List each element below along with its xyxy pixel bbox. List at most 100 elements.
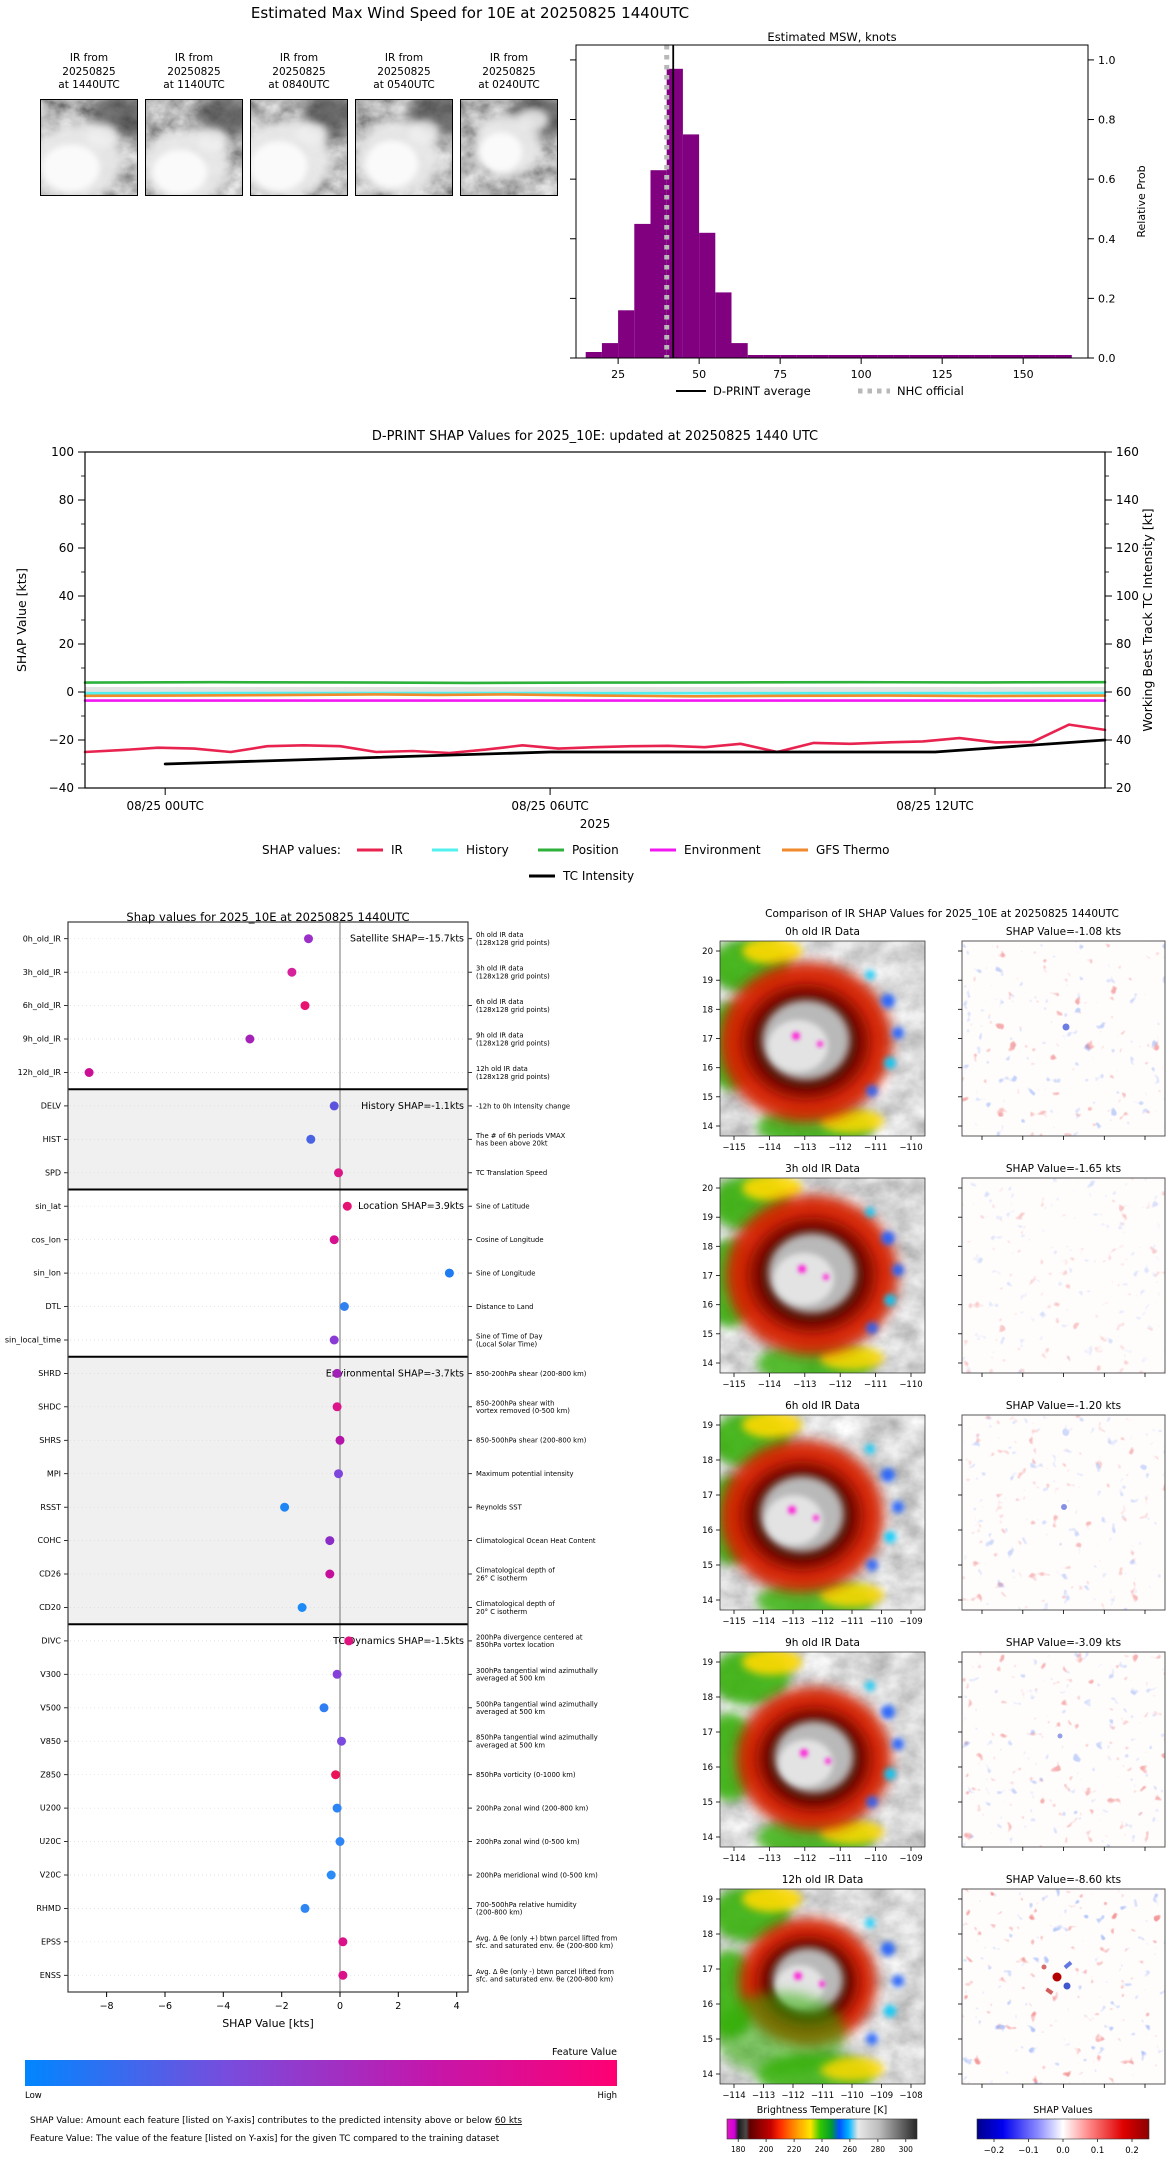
- svg-text:120: 120: [1116, 541, 1139, 555]
- feature-label: U200: [40, 1804, 61, 1813]
- svg-text:−114: −114: [722, 2091, 745, 2101]
- feature-description: (200-800 km): [476, 1909, 523, 1917]
- svg-text:14: 14: [702, 1359, 713, 1369]
- ir-thumbnail: IR from 20250825 at 0840UTC: [250, 52, 348, 196]
- svg-text:−111: −111: [840, 1617, 863, 1627]
- feature-description: averaged at 500 km: [476, 1742, 545, 1750]
- shap-dot: [84, 1068, 94, 1077]
- feature-description: Distance to Land: [476, 1303, 533, 1311]
- shap-dot: [334, 1168, 343, 1178]
- svg-text:−2: −2: [275, 2001, 289, 2012]
- svg-text:−110: −110: [899, 1143, 922, 1153]
- timeseries-ylabel-right: Working Best Track TC Intensity [kt]: [1140, 508, 1155, 731]
- dotplot-xlabel: SHAP Value [kts]: [222, 2017, 314, 2030]
- svg-text:−40: −40: [49, 781, 74, 795]
- svg-text:17: 17: [702, 1728, 713, 1738]
- ir-map: [720, 941, 925, 1136]
- feature-description: 20° C isotherm: [476, 1608, 528, 1616]
- feature-description: 0h old IR data: [476, 931, 524, 939]
- feature-description: has been above 20kt: [476, 1140, 548, 1148]
- svg-text:IR: IR: [391, 843, 403, 857]
- ir-thumbnail-image: [40, 99, 138, 196]
- svg-text:−112: −112: [829, 1380, 852, 1390]
- svg-text:−111: −111: [811, 2091, 834, 2101]
- feature-label: cos_lon: [31, 1235, 61, 1244]
- feature-label: 12h_old_IR: [18, 1068, 62, 1077]
- svg-text:150: 150: [1013, 368, 1034, 381]
- svg-text:100: 100: [851, 368, 872, 381]
- feature-description: Sine of Time of Day: [476, 1333, 543, 1341]
- feature-label: CD20: [39, 1603, 61, 1612]
- section-header: Environmental SHAP=-3.7kts: [326, 1368, 464, 1379]
- svg-text:−8: −8: [100, 2001, 114, 2012]
- feature-label: 9h_old_IR: [23, 1035, 62, 1044]
- ir-shap-comparison: 0h old IR Data SHAP Value=-1.08 kts 20 19 1…: [700, 905, 1168, 2158]
- svg-text:17: 17: [702, 1965, 713, 1975]
- svg-text:GFS Thermo: GFS Thermo: [816, 843, 890, 857]
- svg-text:16: 16: [702, 1763, 713, 1773]
- svg-text:−109: −109: [870, 2091, 893, 2101]
- svg-text:18: 18: [702, 1693, 713, 1703]
- svg-text:4: 4: [454, 2001, 460, 2012]
- svg-text:15: 15: [702, 1093, 713, 1103]
- svg-text:300: 300: [899, 2145, 914, 2154]
- svg-text:17: 17: [702, 1035, 713, 1045]
- feature-description: Reynolds SST: [476, 1504, 523, 1512]
- ir-thumbnail-label: IR from 20250825 at 0840UTC: [268, 52, 330, 92]
- ir-thumbnails: IR from 20250825 at 1440UTC IR from 2025…: [40, 52, 568, 196]
- feature-label: DTL: [45, 1302, 61, 1311]
- feature-description: Climatological depth of: [476, 1600, 555, 1608]
- svg-text:−115: −115: [722, 1380, 745, 1390]
- shap-dotplot: 0h_old_IR Satellite SHAP=-15.7kts 0h old I…: [0, 905, 668, 2158]
- svg-text:0.0: 0.0: [1056, 2146, 1070, 2156]
- svg-text:20: 20: [59, 637, 74, 651]
- svg-text:19: 19: [702, 1213, 713, 1223]
- feature-description: averaged at 500 km: [476, 1708, 545, 1716]
- svg-text:19: 19: [702, 976, 713, 986]
- svg-text:08/25 00UTC: 08/25 00UTC: [126, 799, 203, 813]
- feature-label: RSST: [40, 1503, 61, 1512]
- shap-dot: [342, 1201, 352, 1211]
- ir-thumbnail: IR from 20250825 at 1140UTC: [145, 52, 243, 196]
- svg-text:0.1: 0.1: [1091, 2146, 1105, 2156]
- feature-label: ENSS: [40, 1971, 61, 1980]
- svg-text:125: 125: [932, 368, 953, 381]
- section-header: Location SHAP=3.9kts: [358, 1201, 464, 1212]
- svg-text:−112: −112: [829, 1143, 852, 1153]
- feature-label: V300: [40, 1670, 61, 1679]
- series-gfs-thermo: [83, 693, 1107, 698]
- shap-map: [962, 1652, 1165, 1847]
- shap-map: [962, 941, 1165, 1136]
- section-shading: [68, 1356, 468, 1625]
- ir-thumbnail: IR from 20250825 at 0540UTC: [355, 52, 453, 196]
- ir-map-title: 9h old IR Data: [785, 1637, 860, 1649]
- feature-description: Avg. Δ θe (only -) btwn parcel lifted fr…: [476, 1968, 614, 1976]
- svg-text:17: 17: [702, 1491, 713, 1501]
- feature-description: (128x128 grid points): [476, 1039, 550, 1047]
- timeseries-xlabel: 2025: [580, 817, 611, 831]
- svg-text:−6: −6: [158, 2001, 172, 2012]
- svg-text:100: 100: [51, 445, 74, 459]
- shap-dot: [300, 1903, 310, 1913]
- shap-dot: [304, 934, 313, 944]
- svg-text:40: 40: [59, 589, 74, 603]
- svg-text:0.6: 0.6: [1098, 173, 1116, 186]
- svg-text:14: 14: [702, 1596, 713, 1606]
- shap-dot: [325, 1536, 335, 1546]
- feature-label: RHMD: [36, 1904, 61, 1913]
- feature-description: 700-500hPa relative humidity: [476, 1901, 577, 1909]
- svg-text:20: 20: [702, 1184, 713, 1194]
- svg-text:−114: −114: [758, 1143, 781, 1153]
- svg-text:−111: −111: [864, 1380, 887, 1390]
- feature-label: 3h_old_IR: [23, 968, 62, 977]
- feature-description: 500hPa tangential wind azimuthally: [476, 1700, 598, 1708]
- feature-description: Maximum potential intensity: [476, 1470, 574, 1478]
- svg-text:0.2: 0.2: [1125, 2146, 1139, 2156]
- feature-description: (Local Solar Time): [476, 1340, 538, 1348]
- shap-dot: [339, 1302, 349, 1311]
- feature-description: Avg. Δ θe (only +) btwn parcel lifted fr…: [476, 1934, 618, 1942]
- svg-text:260: 260: [843, 2145, 858, 2154]
- feature-description: 850-200hPa shear with: [476, 1399, 554, 1407]
- shap-dot: [326, 1870, 336, 1880]
- svg-text:80: 80: [1116, 637, 1131, 651]
